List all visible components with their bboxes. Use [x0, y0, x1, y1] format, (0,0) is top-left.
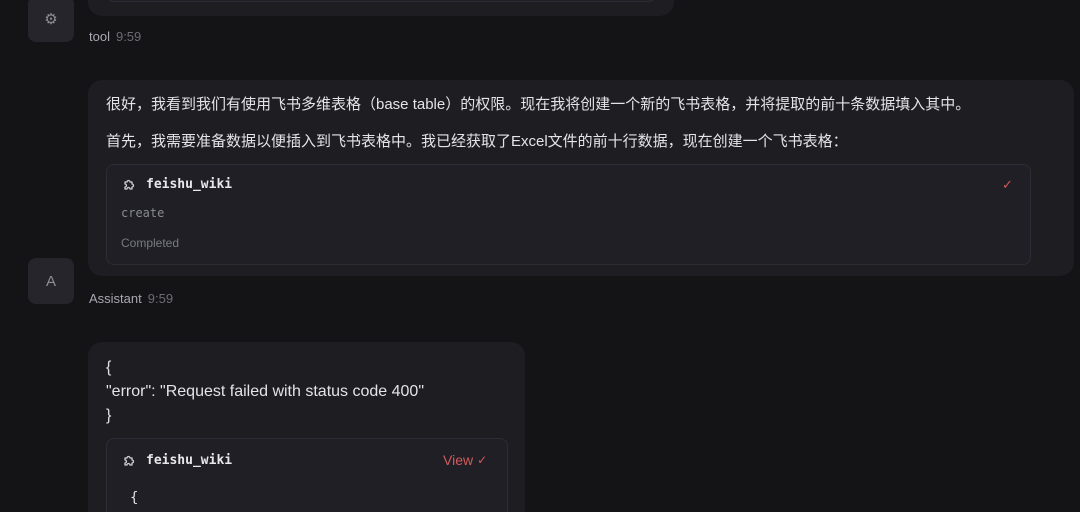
tool-preview: {	[130, 490, 139, 506]
tool-call-header: feishu_wiki	[122, 452, 232, 468]
message-line: 首先，我需要准备数据以便插入到飞书表格中。我已经获取了Excel文件的前十行数据…	[106, 133, 848, 150]
message-time: 9:59	[147, 291, 174, 306]
view-button[interactable]: View ✓	[443, 452, 487, 468]
result-line: }	[106, 407, 112, 424]
tool-name: feishu_wiki	[146, 452, 233, 468]
puzzle-icon	[124, 455, 135, 466]
tool-status: Completed	[121, 236, 180, 250]
assistant-message-meta: Assistant 9:59	[89, 291, 173, 306]
tool-message-meta: tool 9:59	[89, 29, 141, 44]
tool-message-bubble-prev	[88, 0, 674, 16]
avatar-letter: A	[45, 272, 56, 290]
view-label: View	[443, 452, 474, 468]
sender-name: tool	[89, 29, 110, 44]
tool-action: create	[121, 206, 165, 220]
message-time: 9:59	[115, 29, 142, 44]
tool-call-header: feishu_wiki	[122, 176, 232, 192]
gear-icon: ⚙	[44, 11, 58, 28]
tool-message-inner-card-prev	[106, 0, 656, 2]
assistant-avatar: A	[28, 258, 74, 304]
check-icon: ✓	[1002, 177, 1013, 192]
tool-avatar: ⚙	[28, 0, 74, 42]
tool-call-card[interactable]	[106, 438, 508, 512]
sender-name: Assistant	[89, 291, 142, 306]
check-icon: ✓	[477, 453, 488, 467]
tool-name: feishu_wiki	[146, 176, 233, 192]
message-line: 很好，我看到我们有使用飞书多维表格（base table）的权限。现在我将创建一…	[106, 96, 971, 113]
result-line: "error": "Request failed with status cod…	[106, 383, 424, 400]
puzzle-icon	[124, 179, 135, 190]
tool-call-card[interactable]	[106, 164, 1031, 265]
result-line: {	[106, 359, 112, 376]
